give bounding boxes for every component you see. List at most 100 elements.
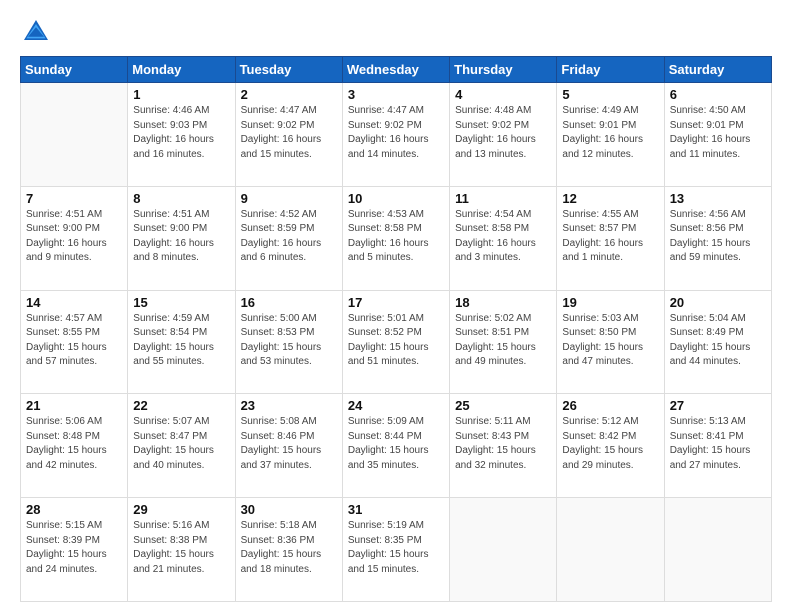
day-info: Sunrise: 4:57 AMSunset: 8:55 PMDaylight:…	[26, 312, 122, 370]
calendar-cell: 10Sunrise: 4:53 AMSunset: 8:58 PMDayligh…	[342, 186, 449, 290]
day-info: Sunrise: 4:54 AMSunset: 8:58 PMDaylight:…	[455, 208, 551, 266]
day-info: Sunrise: 4:46 AMSunset: 9:03 PMDaylight:…	[133, 104, 229, 162]
day-info: Sunrise: 5:12 AMSunset: 8:42 PMDaylight:…	[562, 415, 658, 473]
calendar-cell: 12 Sunrise: 4:55 AMSunset: 8:57 PMDayligh…	[557, 186, 664, 290]
calendar-cell: 14 Sunrise: 4:57 AMSunset: 8:55 PMDayligh…	[21, 290, 128, 394]
day-number: 27	[670, 398, 766, 413]
weekday-thursday: Thursday	[450, 57, 557, 83]
day-number: 6	[670, 87, 766, 102]
day-number: 17	[348, 295, 444, 310]
day-number: 8	[133, 191, 229, 206]
day-number: 11	[455, 191, 551, 206]
day-info: Sunrise: 5:06 AMSunset: 8:48 PMDaylight:…	[26, 415, 122, 473]
day-number: 31	[348, 502, 444, 517]
calendar-cell: 20 Sunrise: 5:04 AMSunset: 8:49 PMDayligh…	[664, 290, 771, 394]
calendar-cell: 30Sunrise: 5:18 AMSunset: 8:36 PMDayligh…	[235, 498, 342, 602]
day-info: Sunrise: 4:51 AMSunset: 9:00 PMDaylight:…	[26, 208, 122, 266]
calendar-cell: 25 Sunrise: 5:11 AMSunset: 8:43 PMDayligh…	[450, 394, 557, 498]
day-number: 26	[562, 398, 658, 413]
day-number: 23	[241, 398, 337, 413]
week-row-3: 14 Sunrise: 4:57 AMSunset: 8:55 PMDayligh…	[21, 290, 772, 394]
day-info: Sunrise: 4:48 AMSunset: 9:02 PMDaylight:…	[455, 104, 551, 162]
week-row-5: 28 Sunrise: 5:15 AMSunset: 8:39 PMDayligh…	[21, 498, 772, 602]
day-number: 14	[26, 295, 122, 310]
calendar-cell: 15 Sunrise: 4:59 AMSunset: 8:54 PMDayligh…	[128, 290, 235, 394]
day-number: 5	[562, 87, 658, 102]
day-info: Sunrise: 4:56 AMSunset: 8:56 PMDaylight:…	[670, 208, 766, 266]
calendar-cell	[664, 498, 771, 602]
day-info: Sunrise: 4:55 AMSunset: 8:57 PMDaylight:…	[562, 208, 658, 266]
calendar-cell	[450, 498, 557, 602]
day-info: Sunrise: 4:51 AMSunset: 9:00 PMDaylight:…	[133, 208, 229, 266]
weekday-tuesday: Tuesday	[235, 57, 342, 83]
day-info: Sunrise: 5:19 AMSunset: 8:35 PMDaylight:…	[348, 519, 444, 577]
weekday-saturday: Saturday	[664, 57, 771, 83]
calendar-cell: 19 Sunrise: 5:03 AMSunset: 8:50 PMDayligh…	[557, 290, 664, 394]
day-info: Sunrise: 4:59 AMSunset: 8:54 PMDaylight:…	[133, 312, 229, 370]
calendar-cell: 29 Sunrise: 5:16 AMSunset: 8:38 PMDayligh…	[128, 498, 235, 602]
calendar-cell: 11 Sunrise: 4:54 AMSunset: 8:58 PMDayligh…	[450, 186, 557, 290]
day-info: Sunrise: 5:09 AMSunset: 8:44 PMDaylight:…	[348, 415, 444, 473]
calendar-cell	[21, 83, 128, 187]
day-info: Sunrise: 5:03 AMSunset: 8:50 PMDaylight:…	[562, 312, 658, 370]
calendar-cell: 21Sunrise: 5:06 AMSunset: 8:48 PMDayligh…	[21, 394, 128, 498]
day-info: Sunrise: 5:16 AMSunset: 8:38 PMDaylight:…	[133, 519, 229, 577]
day-info: Sunrise: 5:00 AMSunset: 8:53 PMDaylight:…	[241, 312, 337, 370]
calendar-cell: 17 Sunrise: 5:01 AMSunset: 8:52 PMDayligh…	[342, 290, 449, 394]
calendar-cell: 16 Sunrise: 5:00 AMSunset: 8:53 PMDayligh…	[235, 290, 342, 394]
day-info: Sunrise: 5:01 AMSunset: 8:52 PMDaylight:…	[348, 312, 444, 370]
calendar-cell: 31 Sunrise: 5:19 AMSunset: 8:35 PMDayligh…	[342, 498, 449, 602]
day-info: Sunrise: 4:53 AMSunset: 8:58 PMDaylight:…	[348, 208, 444, 266]
calendar-cell: 9Sunrise: 4:52 AMSunset: 8:59 PMDaylight…	[235, 186, 342, 290]
day-number: 18	[455, 295, 551, 310]
calendar-cell: 5 Sunrise: 4:49 AMSunset: 9:01 PMDaylight…	[557, 83, 664, 187]
day-info: Sunrise: 5:04 AMSunset: 8:49 PMDaylight:…	[670, 312, 766, 370]
weekday-sunday: Sunday	[21, 57, 128, 83]
calendar-cell: 13 Sunrise: 4:56 AMSunset: 8:56 PMDayligh…	[664, 186, 771, 290]
logo	[20, 16, 58, 48]
calendar-cell: 3Sunrise: 4:47 AMSunset: 9:02 PMDaylight…	[342, 83, 449, 187]
calendar-cell: 7 Sunrise: 4:51 AMSunset: 9:00 PMDaylight…	[21, 186, 128, 290]
calendar-cell: 24 Sunrise: 5:09 AMSunset: 8:44 PMDayligh…	[342, 394, 449, 498]
calendar-cell: 22 Sunrise: 5:07 AMSunset: 8:47 PMDayligh…	[128, 394, 235, 498]
day-number: 20	[670, 295, 766, 310]
logo-icon	[20, 16, 52, 48]
day-number: 9	[241, 191, 337, 206]
day-number: 19	[562, 295, 658, 310]
day-info: Sunrise: 4:47 AMSunset: 9:02 PMDaylight:…	[241, 104, 337, 162]
calendar-table: SundayMondayTuesdayWednesdayThursdayFrid…	[20, 56, 772, 602]
day-info: Sunrise: 5:11 AMSunset: 8:43 PMDaylight:…	[455, 415, 551, 473]
calendar-cell: 6 Sunrise: 4:50 AMSunset: 9:01 PMDaylight…	[664, 83, 771, 187]
day-number: 24	[348, 398, 444, 413]
day-info: Sunrise: 5:13 AMSunset: 8:41 PMDaylight:…	[670, 415, 766, 473]
day-number: 7	[26, 191, 122, 206]
weekday-wednesday: Wednesday	[342, 57, 449, 83]
header	[20, 16, 772, 48]
weekday-friday: Friday	[557, 57, 664, 83]
day-number: 15	[133, 295, 229, 310]
day-number: 30	[241, 502, 337, 517]
day-number: 16	[241, 295, 337, 310]
day-number: 12	[562, 191, 658, 206]
day-info: Sunrise: 5:07 AMSunset: 8:47 PMDaylight:…	[133, 415, 229, 473]
day-info: Sunrise: 4:47 AMSunset: 9:02 PMDaylight:…	[348, 104, 444, 162]
day-number: 28	[26, 502, 122, 517]
day-info: Sunrise: 4:50 AMSunset: 9:01 PMDaylight:…	[670, 104, 766, 162]
week-row-1: 1 Sunrise: 4:46 AMSunset: 9:03 PMDaylight…	[21, 83, 772, 187]
calendar-cell: 2Sunrise: 4:47 AMSunset: 9:02 PMDaylight…	[235, 83, 342, 187]
day-info: Sunrise: 5:02 AMSunset: 8:51 PMDaylight:…	[455, 312, 551, 370]
calendar-cell: 23Sunrise: 5:08 AMSunset: 8:46 PMDayligh…	[235, 394, 342, 498]
day-info: Sunrise: 4:49 AMSunset: 9:01 PMDaylight:…	[562, 104, 658, 162]
day-number: 22	[133, 398, 229, 413]
day-number: 13	[670, 191, 766, 206]
calendar-cell: 27 Sunrise: 5:13 AMSunset: 8:41 PMDayligh…	[664, 394, 771, 498]
day-number: 1	[133, 87, 229, 102]
day-number: 25	[455, 398, 551, 413]
day-number: 4	[455, 87, 551, 102]
day-info: Sunrise: 5:15 AMSunset: 8:39 PMDaylight:…	[26, 519, 122, 577]
week-row-2: 7 Sunrise: 4:51 AMSunset: 9:00 PMDaylight…	[21, 186, 772, 290]
week-row-4: 21Sunrise: 5:06 AMSunset: 8:48 PMDayligh…	[21, 394, 772, 498]
calendar-cell: 18 Sunrise: 5:02 AMSunset: 8:51 PMDayligh…	[450, 290, 557, 394]
calendar-cell: 1 Sunrise: 4:46 AMSunset: 9:03 PMDaylight…	[128, 83, 235, 187]
day-number: 29	[133, 502, 229, 517]
